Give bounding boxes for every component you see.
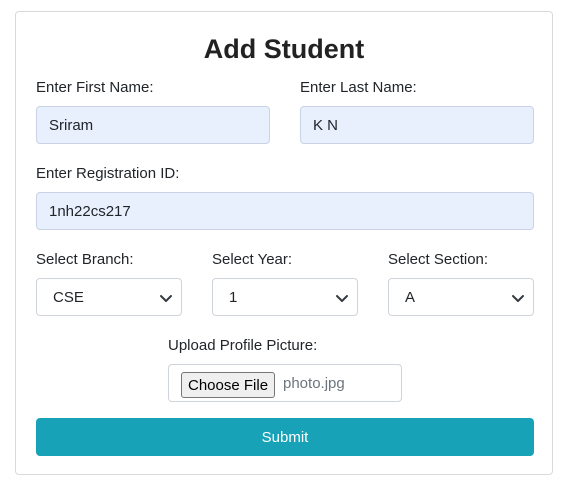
first-name-label: Enter First Name: [36, 79, 154, 96]
year-select[interactable]: 1 [212, 278, 358, 316]
last-name-input[interactable]: K N [300, 106, 534, 144]
section-selected-value: A [405, 288, 416, 306]
first-name-value: Sriram [49, 116, 94, 134]
selected-file-name: photo.jpg [283, 375, 345, 392]
submit-button[interactable]: Submit [36, 418, 534, 456]
registration-id-label: Enter Registration ID: [36, 165, 180, 182]
branch-selected-value: CSE [53, 288, 84, 306]
last-name-label: Enter Last Name: [300, 79, 417, 96]
profile-picture-file-input[interactable]: Choose File photo.jpg [168, 364, 402, 402]
choose-file-button[interactable]: Choose File [181, 372, 276, 398]
chevron-down-icon [512, 295, 524, 302]
registration-id-value: 1nh22cs217 [49, 202, 131, 220]
profile-picture-label: Upload Profile Picture: [168, 337, 318, 354]
year-selected-value: 1 [229, 288, 238, 306]
branch-select[interactable]: CSE [36, 278, 182, 316]
registration-id-input[interactable]: 1nh22cs217 [36, 192, 534, 230]
year-label: Select Year: [212, 251, 293, 268]
form-title: Add Student [203, 34, 365, 64]
section-label: Select Section: [388, 251, 489, 268]
last-name-value: K N [313, 116, 339, 134]
add-student-card: Add Student Enter First Name: Sriram Ent… [15, 11, 553, 475]
chevron-down-icon [160, 295, 172, 302]
chevron-down-icon [336, 295, 348, 302]
branch-label: Select Branch: [36, 251, 134, 268]
section-select[interactable]: A [388, 278, 534, 316]
first-name-input[interactable]: Sriram [36, 106, 270, 144]
